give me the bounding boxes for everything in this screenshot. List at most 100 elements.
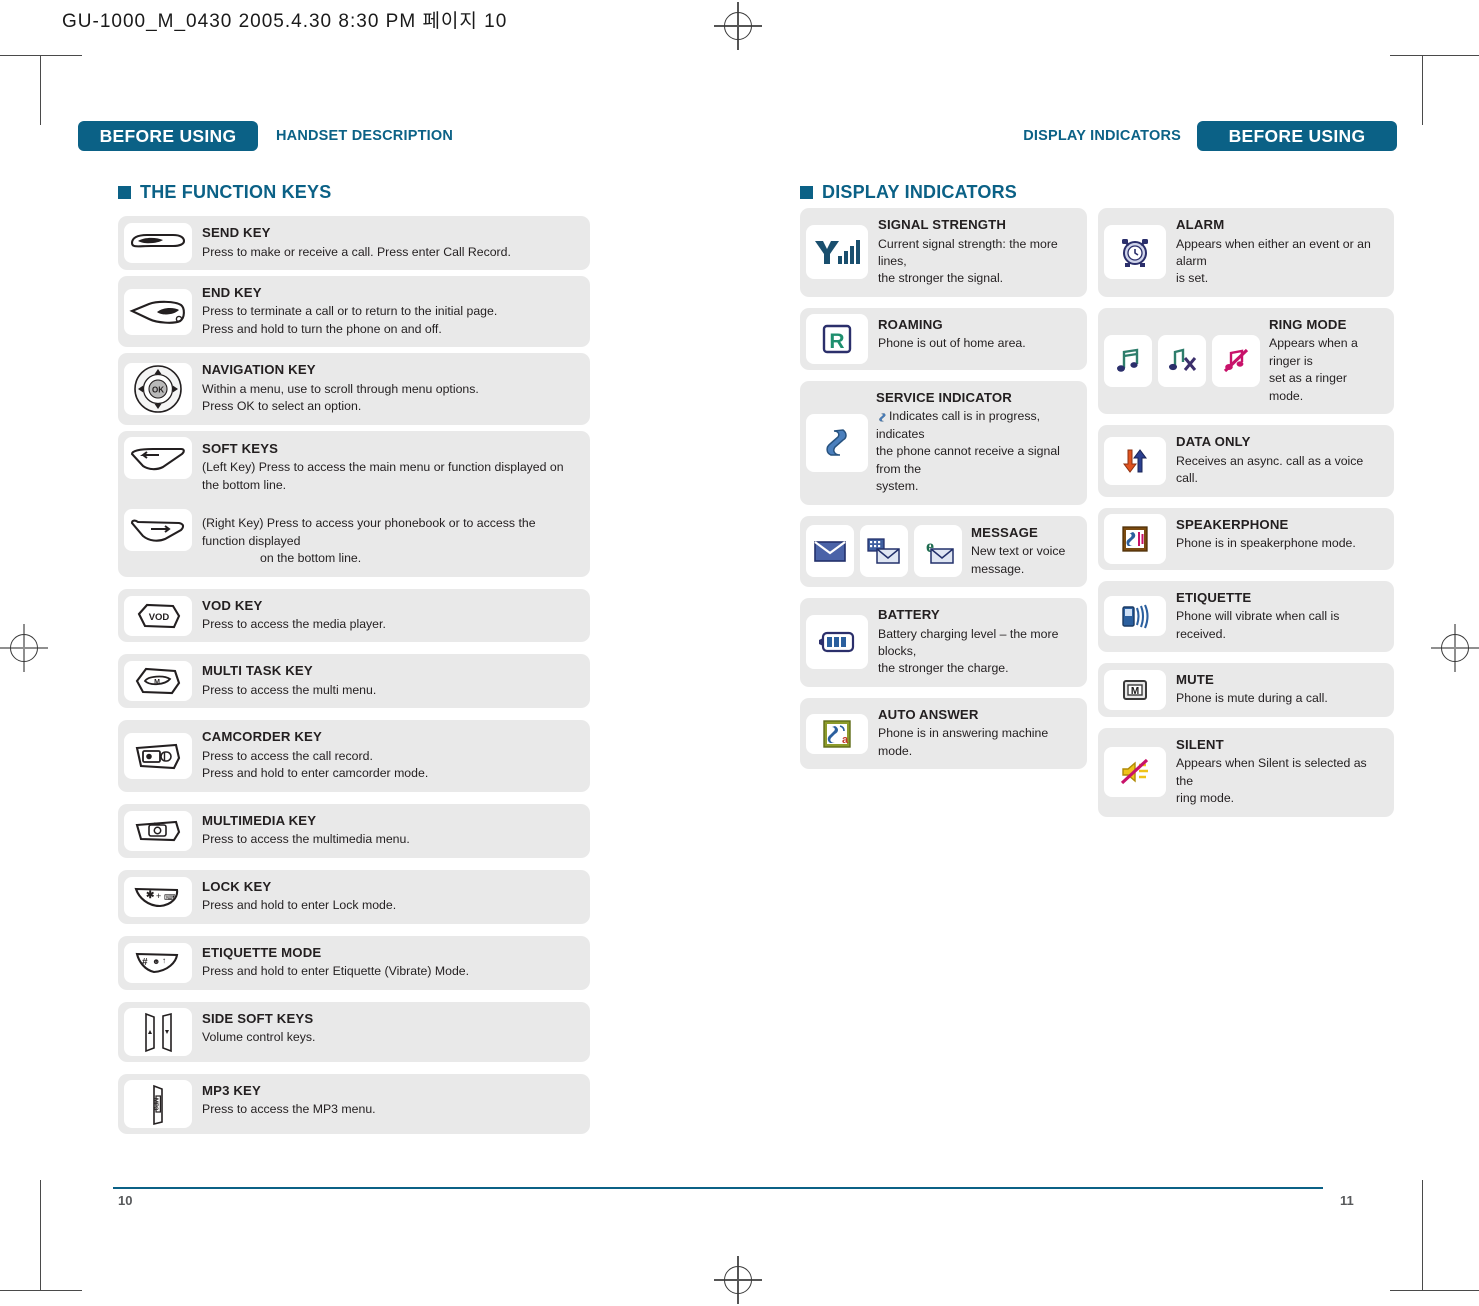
silent-icon [1104,747,1166,798]
item-title: DATA ONLY [1176,434,1251,450]
running-head-tag-left: BEFORE USING [78,121,258,151]
crop-line-right-bot-h [1390,1290,1479,1291]
list-item: END KEY Press to terminate a call or to … [118,275,590,348]
list-item-text: SIGNAL STRENGTH Current signal strength:… [874,208,1087,297]
ringer-off-icon [1158,335,1206,388]
soft-key-left-glyph [130,447,185,470]
mute-icon: M [1104,669,1166,710]
item-desc-line: Press to access the MP3 menu. [202,1102,376,1117]
list-item: OK NAVIGATION KEY Within a menu, use to … [118,353,590,425]
svg-text:M: M [154,679,160,686]
mp3-key-glyph: MP3 [152,1084,163,1125]
list-item-text: ALARM Appears when either an event or an… [1172,208,1394,297]
item-title: RING MODE [1269,316,1347,332]
item-title: SIDE SOFT KEYS [202,1010,314,1026]
item-title: SOFT KEYS [202,440,279,456]
item-desc-line: message. [971,561,1025,576]
list-item-text: MESSAGE New text or voice message. [965,516,1087,587]
item-title: BATTERY [878,607,940,623]
print-file-header: GU-1000_M_0430 2005.4.30 8:30 PM 페이지 10 [62,11,508,32]
registration-mark-right [1431,624,1479,672]
running-head-right: DISPLAY INDICATORS BEFORE USING [1023,120,1397,152]
svg-text:#: # [142,957,148,968]
item-title: LOCK KEY [202,878,272,894]
list-item-text: RING MODE Appears when a ringer is set a… [1263,308,1394,414]
navigation-key-glyph: OK [134,365,182,413]
alarm-glyph [1122,239,1148,268]
speakerphone-icon [1104,513,1166,564]
item-title: ROAMING [878,316,943,332]
manual-page-spread: GU-1000_M_0430 2005.4.30 8:30 PM 페이지 10 … [0,0,1479,1306]
list-item: SEND KEY Press to make or receive a call… [118,216,590,270]
item-title: AUTO ANSWER [878,706,979,722]
voice-message-icon: e [914,525,962,578]
item-title: SEND KEY [202,225,271,240]
section-heading-label: THE FUNCTION KEYS [140,182,332,202]
item-title: VOD KEY [202,597,263,613]
item-desc-line: Press and hold to enter camcorder mode. [202,766,429,781]
list-item: ETIQUETTE Phone will vibrate when call i… [1098,580,1394,652]
item-desc-line: Press to make or receive a call. Press e… [202,244,511,259]
camcorder-key-icon [124,733,192,780]
item-desc-line: Appears when Silent is selected as the [1176,756,1367,788]
crop-line-left-bot-h [0,1290,82,1291]
item-desc-line: Press and hold to turn the phone on and … [202,321,442,336]
item-desc-line: Press to access the multi menu. [202,682,377,697]
item-desc-line: Current signal strength: the more lines, [878,236,1058,268]
battery-glyph [819,632,855,653]
end-key-icon [124,288,192,335]
list-item-text: (Right Key) Press to access your phonebo… [198,503,590,576]
multi-task-key-glyph: M [135,668,181,695]
side-soft-keys-glyph [145,1012,172,1052]
crop-line-top-right [1422,55,1423,125]
running-head-subject-left: HANDSET DESCRIPTION [276,128,454,144]
item-desc-line: Press to access the multimedia menu. [202,832,410,847]
item-desc-line: Press to access the media player. [202,617,386,632]
item-desc-line: Phone is out of home area. [878,336,1026,351]
mute-glyph: M [1123,679,1147,700]
svg-text:VOD: VOD [149,612,170,623]
item-desc-line: set as a ringer mode. [1269,371,1347,403]
list-item-text: NAVIGATION KEY Within a menu, use to scr… [198,353,590,424]
ringer-on-icon [1104,335,1152,388]
vod-key-icon: VOD [124,595,192,636]
item-title: SILENT [1176,736,1224,752]
list-item-text: SIDE SOFT KEYS Volume control keys. [198,1002,590,1056]
crop-line-bottom-right [1422,1180,1423,1290]
function-keys-list: SEND KEY Press to make or receive a call… [118,216,590,1140]
roaming-glyph: R [822,324,852,354]
list-item-text: ROAMING Phone is out of home area. [874,308,1087,362]
item-title: ETIQUETTE [1176,589,1252,605]
ringer-silent-icon [1212,335,1260,388]
page-number-right: 11 [1340,1193,1354,1208]
item-title: MP3 KEY [202,1082,261,1098]
item-desc-line: the stronger the signal. [878,271,1004,286]
crop-line-left-top-h [0,55,82,56]
service-indicator-glyph [826,428,847,456]
section-bullet-icon [800,186,813,199]
list-item-text: SILENT Appears when Silent is selected a… [1172,728,1394,817]
item-title: SIGNAL STRENGTH [878,217,1007,232]
item-desc-line: ring mode. [1176,791,1235,806]
speakerphone-glyph [1122,525,1148,552]
etiquette-glyph [1122,604,1149,629]
list-item: DATA ONLY Receives an async. call as a v… [1098,425,1394,497]
vod-key-glyph: VOD [137,603,181,628]
item-desc-line: Phone is in answering machine mode. [878,726,1049,758]
item-desc-line: Appears when either an event or an alarm [1176,236,1371,268]
item-title: SERVICE INDICATOR [876,389,1012,405]
item-desc-line: Phone is mute during a call. [1176,691,1328,706]
list-item-text: SEND KEY Press to make or receive a call… [198,216,590,270]
end-key-glyph [129,300,185,324]
text-message-icon [860,525,908,578]
list-item: SIDE SOFT KEYS Volume control keys. [118,1001,590,1062]
svg-text:+: + [156,891,161,901]
svg-text:a: a [842,734,849,746]
list-item-text: MUTE Phone is mute during a call. [1172,663,1394,717]
list-item-text: AUTO ANSWER Phone is in answering machin… [874,698,1087,769]
list-item-text: CAMCORDER KEY Press to access the call r… [198,720,590,791]
footer-rule-left [113,1187,1323,1189]
list-item-text: LOCK KEY Press and hold to enter Lock mo… [198,870,590,924]
registration-mark-bottom [714,1256,762,1304]
display-indicators-column-left: SIGNAL STRENGTH Current signal strength:… [800,208,1087,775]
